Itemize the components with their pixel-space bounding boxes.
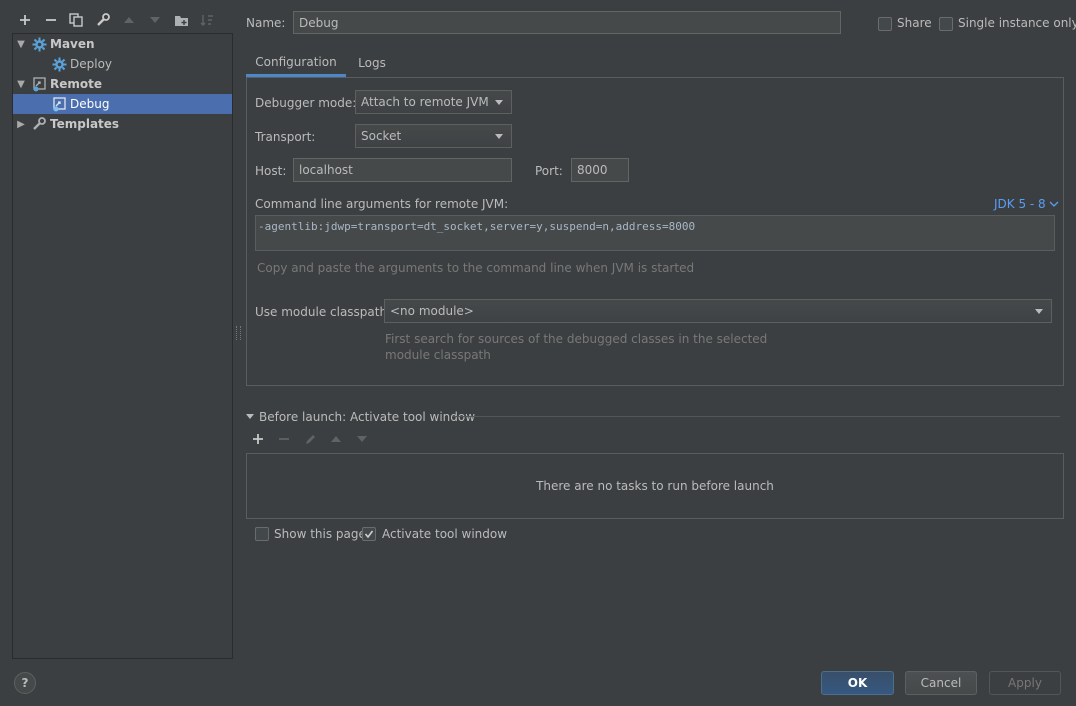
debugger-mode-label: Debugger mode:: [255, 96, 357, 110]
name-input[interactable]: Debug: [293, 11, 841, 34]
help-icon: ?: [21, 676, 29, 690]
maven-gear-icon: [31, 36, 47, 52]
splitter-handle[interactable]: [236, 326, 241, 340]
activate-tool-window-checkbox[interactable]: [362, 527, 376, 541]
port-input[interactable]: 8000: [571, 158, 629, 182]
maven-gear-icon: [51, 56, 67, 72]
no-tasks-text: There are no tasks to run before launch: [536, 479, 774, 493]
tree-item-maven[interactable]: ▼ Maven: [13, 34, 232, 54]
collapse-arrow-icon: [246, 414, 254, 419]
folder-icon[interactable]: [172, 11, 190, 29]
tree-item-deploy[interactable]: Deploy: [13, 54, 232, 74]
move-up-icon: [120, 11, 138, 29]
share-label: Share: [897, 16, 932, 30]
cancel-button[interactable]: Cancel: [905, 671, 977, 695]
module-classpath-value: <no module>: [390, 304, 474, 318]
port-label: Port:: [535, 164, 563, 178]
tab-label: Logs: [358, 56, 386, 70]
chevron-down-icon: [1049, 201, 1059, 207]
transport-select[interactable]: Socket: [355, 124, 512, 148]
activate-tool-window-label: Activate tool window: [382, 527, 508, 541]
checkmark-icon: [364, 530, 374, 539]
configuration-tree[interactable]: ▼ Maven Deploy ▼ Remote Debug ▶ Template…: [12, 33, 233, 659]
move-task-down-icon: [356, 433, 370, 447]
host-label: Host:: [255, 164, 287, 178]
copy-icon[interactable]: [67, 11, 85, 29]
transport-value: Socket: [361, 129, 402, 143]
show-page-label: Show this page: [274, 527, 366, 541]
host-input-value: localhost: [299, 163, 353, 177]
single-instance-label: Single instance only: [958, 16, 1076, 30]
cmdline-textarea[interactable]: -agentlib:jdwp=transport=dt_socket,serve…: [255, 215, 1055, 251]
module-classpath-label: Use module classpath:: [255, 305, 392, 319]
ok-button[interactable]: OK: [821, 671, 894, 695]
sort-icon: [198, 11, 216, 29]
module-hint-line2: module classpath: [385, 348, 491, 362]
name-input-value: Debug: [299, 15, 339, 30]
cmdline-hint: Copy and paste the arguments to the comm…: [257, 261, 695, 275]
move-task-up-icon: [330, 433, 344, 447]
jdk-version-label: JDK 5 - 8: [994, 197, 1046, 211]
before-launch-task-list[interactable]: There are no tasks to run before launch: [246, 453, 1064, 519]
module-hint-line1: First search for sources of the debugged…: [385, 332, 768, 346]
cmdline-label: Command line arguments for remote JVM:: [255, 197, 509, 211]
edit-task-icon: [304, 433, 318, 447]
tree-item-label: Remote: [50, 77, 103, 91]
apply-button-label: Apply: [1008, 676, 1042, 690]
apply-button[interactable]: Apply: [989, 671, 1061, 695]
tree-item-label: Maven: [50, 37, 95, 51]
move-down-icon: [146, 11, 164, 29]
module-classpath-select[interactable]: <no module>: [384, 299, 1052, 323]
tree-item-label: Deploy: [70, 57, 113, 71]
add-icon[interactable]: [16, 11, 34, 29]
add-task-icon[interactable]: [252, 433, 266, 447]
wrench-icon: [31, 116, 47, 132]
remove-task-icon: [278, 433, 292, 447]
remote-debug-icon: [31, 76, 47, 92]
tree-item-label: Templates: [50, 117, 120, 131]
cancel-button-label: Cancel: [920, 676, 962, 690]
help-button[interactable]: ?: [14, 672, 36, 694]
before-launch-separator: [452, 416, 1060, 417]
collapse-arrow-icon[interactable]: ▶: [15, 119, 27, 130]
tree-item-remote[interactable]: ▼ Remote: [13, 74, 232, 94]
name-label: Name:: [246, 16, 286, 30]
debugger-mode-value: Attach to remote JVM: [361, 95, 489, 109]
remove-icon[interactable]: [42, 11, 60, 29]
share-checkbox[interactable]: [878, 17, 892, 31]
cmdline-value: -agentlib:jdwp=transport=dt_socket,serve…: [258, 220, 696, 233]
ok-button-label: OK: [847, 676, 868, 690]
tree-item-label: Debug: [70, 97, 110, 111]
tab-configuration[interactable]: Configuration: [246, 49, 346, 77]
expand-arrow-icon[interactable]: ▼: [15, 39, 27, 50]
show-page-checkbox[interactable]: [255, 527, 269, 541]
chevron-down-icon: [1035, 308, 1043, 314]
host-input[interactable]: localhost: [293, 158, 512, 182]
before-launch-header[interactable]: Before launch: Activate tool window: [246, 410, 475, 424]
chevron-down-icon: [495, 99, 503, 105]
wrench-icon[interactable]: [94, 11, 112, 29]
chevron-down-icon: [495, 133, 503, 139]
remote-debug-icon: [51, 96, 67, 112]
single-instance-checkbox[interactable]: [939, 17, 953, 31]
transport-label: Transport:: [255, 130, 316, 144]
expand-arrow-icon[interactable]: ▼: [15, 79, 27, 90]
tree-item-templates[interactable]: ▶ Templates: [13, 114, 232, 134]
before-launch-title: Before launch: Activate tool window: [259, 410, 476, 424]
tree-item-debug[interactable]: Debug: [13, 94, 232, 114]
tab-logs[interactable]: Logs: [350, 49, 394, 77]
jdk-version-link[interactable]: JDK 5 - 8: [994, 197, 1059, 211]
port-input-value: 8000: [577, 163, 608, 177]
tab-label: Configuration: [255, 54, 337, 69]
debugger-mode-select[interactable]: Attach to remote JVM: [355, 90, 512, 114]
